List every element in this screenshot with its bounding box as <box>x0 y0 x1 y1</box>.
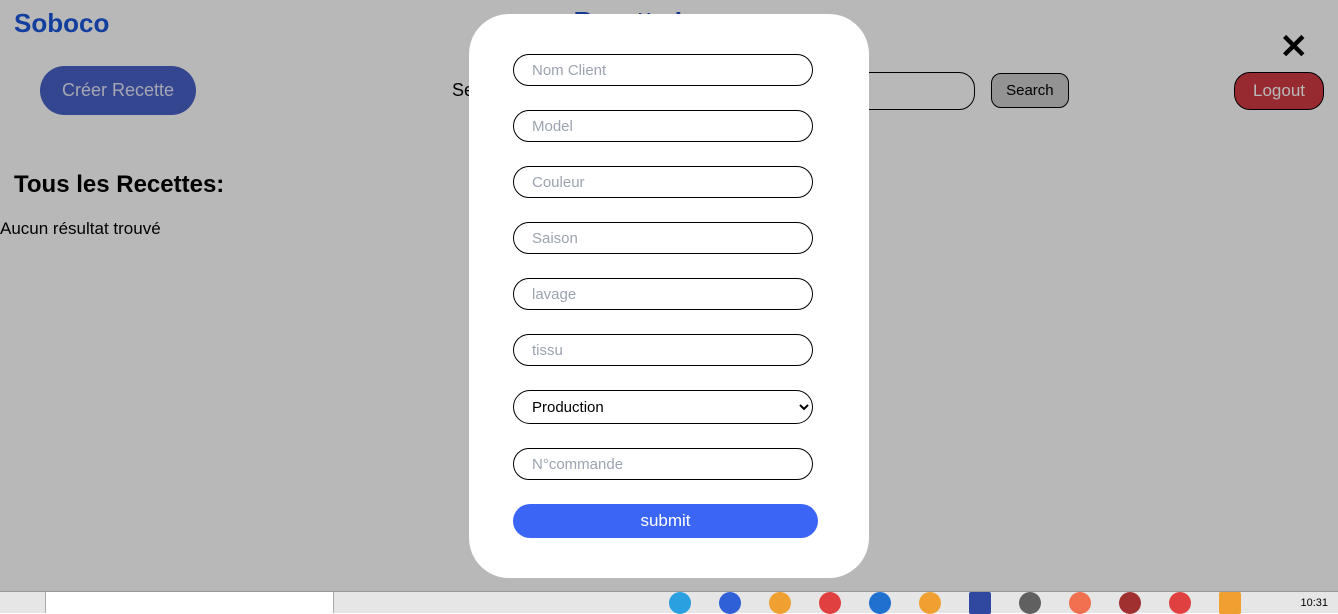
submit-button[interactable]: submit <box>513 504 818 538</box>
app-icon[interactable] <box>1119 592 1141 614</box>
app-icon[interactable] <box>669 592 691 614</box>
app-icon[interactable] <box>719 592 741 614</box>
app-icon[interactable] <box>1169 592 1191 614</box>
ncommande-field[interactable] <box>513 448 813 480</box>
app-icon[interactable] <box>1219 592 1241 614</box>
couleur-field[interactable] <box>513 166 813 198</box>
app-icon[interactable] <box>969 592 991 614</box>
model-field[interactable] <box>513 110 813 142</box>
app-icon[interactable] <box>819 592 841 614</box>
taskbar: 10:31 <box>0 591 1338 613</box>
taskbar-icons <box>669 592 1241 614</box>
app-icon[interactable] <box>869 592 891 614</box>
app-icon[interactable] <box>919 592 941 614</box>
app-icon[interactable] <box>1069 592 1091 614</box>
create-modal: Production submit <box>469 14 869 578</box>
app-icon[interactable] <box>1019 592 1041 614</box>
production-select[interactable]: Production <box>513 390 813 424</box>
tissu-field[interactable] <box>513 334 813 366</box>
taskbar-clock: 10:31 <box>1300 597 1338 609</box>
nom-client-field[interactable] <box>513 54 813 86</box>
saison-field[interactable] <box>513 222 813 254</box>
close-icon[interactable]: ✕ <box>1280 30 1309 64</box>
lavage-field[interactable] <box>513 278 813 310</box>
app-icon[interactable] <box>769 592 791 614</box>
